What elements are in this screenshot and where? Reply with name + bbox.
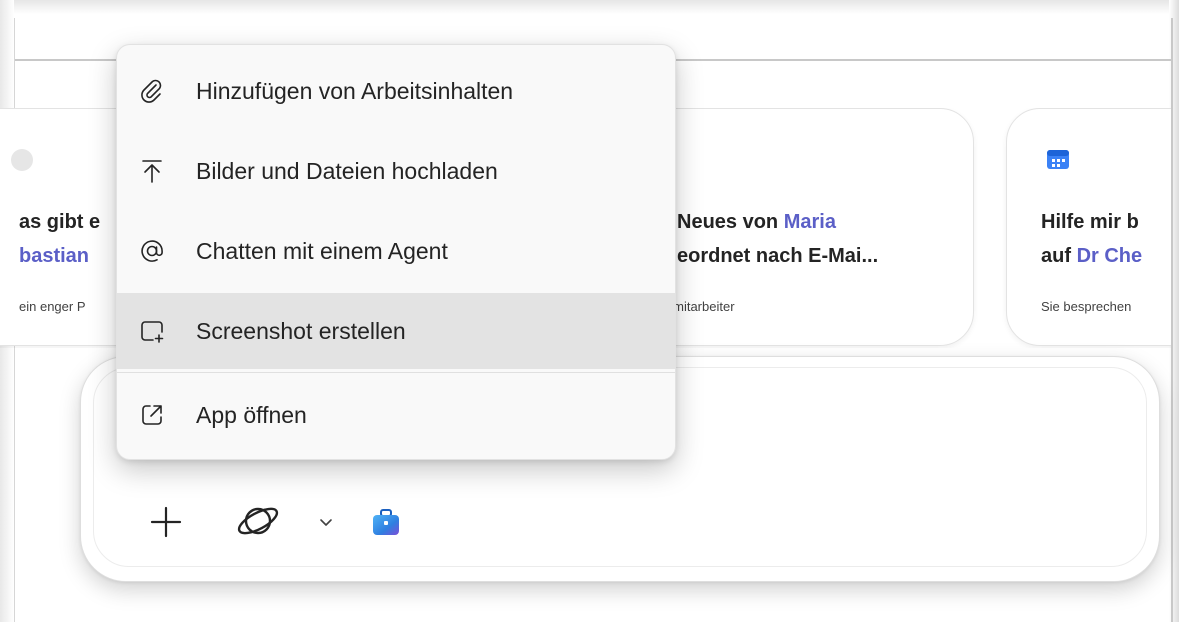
- upload-icon: [139, 158, 165, 184]
- menu-item-open-app[interactable]: App öffnen: [117, 377, 675, 453]
- suggestion-card[interactable]: Neues von Maria eordnet nach E-Mai... kt…: [632, 108, 974, 346]
- briefcase-icon: [373, 509, 399, 535]
- open-external-icon: [139, 402, 165, 428]
- model-switcher-icon: [237, 507, 279, 535]
- menu-item-upload-files[interactable]: Bilder und Dateien hochladen: [117, 133, 675, 209]
- model-switcher-button[interactable]: [234, 498, 282, 544]
- app-window: as gibt e bastian ein enger P Neues von …: [0, 0, 1179, 622]
- window-border-right: [1171, 18, 1173, 622]
- card-title-mention: bastian: [19, 245, 90, 267]
- card-title-text: auf: [1041, 245, 1077, 267]
- chevron-down-icon: [320, 519, 332, 526]
- card-subtitle: Sie besprechen: [1041, 299, 1132, 314]
- add-button[interactable]: [146, 502, 186, 542]
- avatar-icon: [11, 149, 33, 171]
- suggestion-card[interactable]: Hilfe mir b auf Dr Che Sie besprechen: [1006, 108, 1171, 346]
- plus-icon: [150, 506, 182, 538]
- add-content-menu: Hinzufügen von Arbeitsinhalten Bilder un…: [116, 44, 676, 460]
- card-title-text: Neues von: [677, 211, 784, 233]
- calendar-icon: [1047, 150, 1069, 169]
- card-title: Hilfe mir b auf Dr Che: [1041, 205, 1171, 273]
- card-title-line: eordnet nach E-Mai...: [677, 245, 879, 267]
- paperclip-icon: [139, 78, 165, 104]
- menu-item-label: Screenshot erstellen: [196, 317, 406, 344]
- card-title-line: Hilfe mir b: [1041, 211, 1139, 233]
- model-dropdown-button[interactable]: [316, 512, 336, 532]
- menu-item-chat-agent[interactable]: Chatten mit einem Agent: [117, 213, 675, 289]
- menu-item-screenshot[interactable]: Screenshot erstellen: [117, 293, 675, 369]
- menu-item-label: App öffnen: [196, 401, 307, 428]
- card-title-mention: Dr Che: [1076, 245, 1143, 267]
- card-subtitle: ein enger P: [19, 299, 86, 314]
- work-button[interactable]: [368, 504, 404, 540]
- menu-item-add-work-content[interactable]: Hinzufügen von Arbeitsinhalten: [117, 53, 675, 129]
- menu-item-label: Hinzufügen von Arbeitsinhalten: [196, 77, 514, 104]
- window-shadow-top: [0, 0, 1179, 14]
- menu-item-label: Bilder und Dateien hochladen: [196, 157, 498, 184]
- at-sign-icon: [139, 238, 165, 264]
- menu-item-label: Chatten mit einem Agent: [196, 237, 448, 264]
- card-title-mention: Maria: [783, 211, 836, 233]
- screenshot-icon: [139, 318, 165, 344]
- card-title: Neues von Maria eordnet nach E-Mai...: [677, 205, 967, 273]
- menu-divider: [117, 372, 675, 373]
